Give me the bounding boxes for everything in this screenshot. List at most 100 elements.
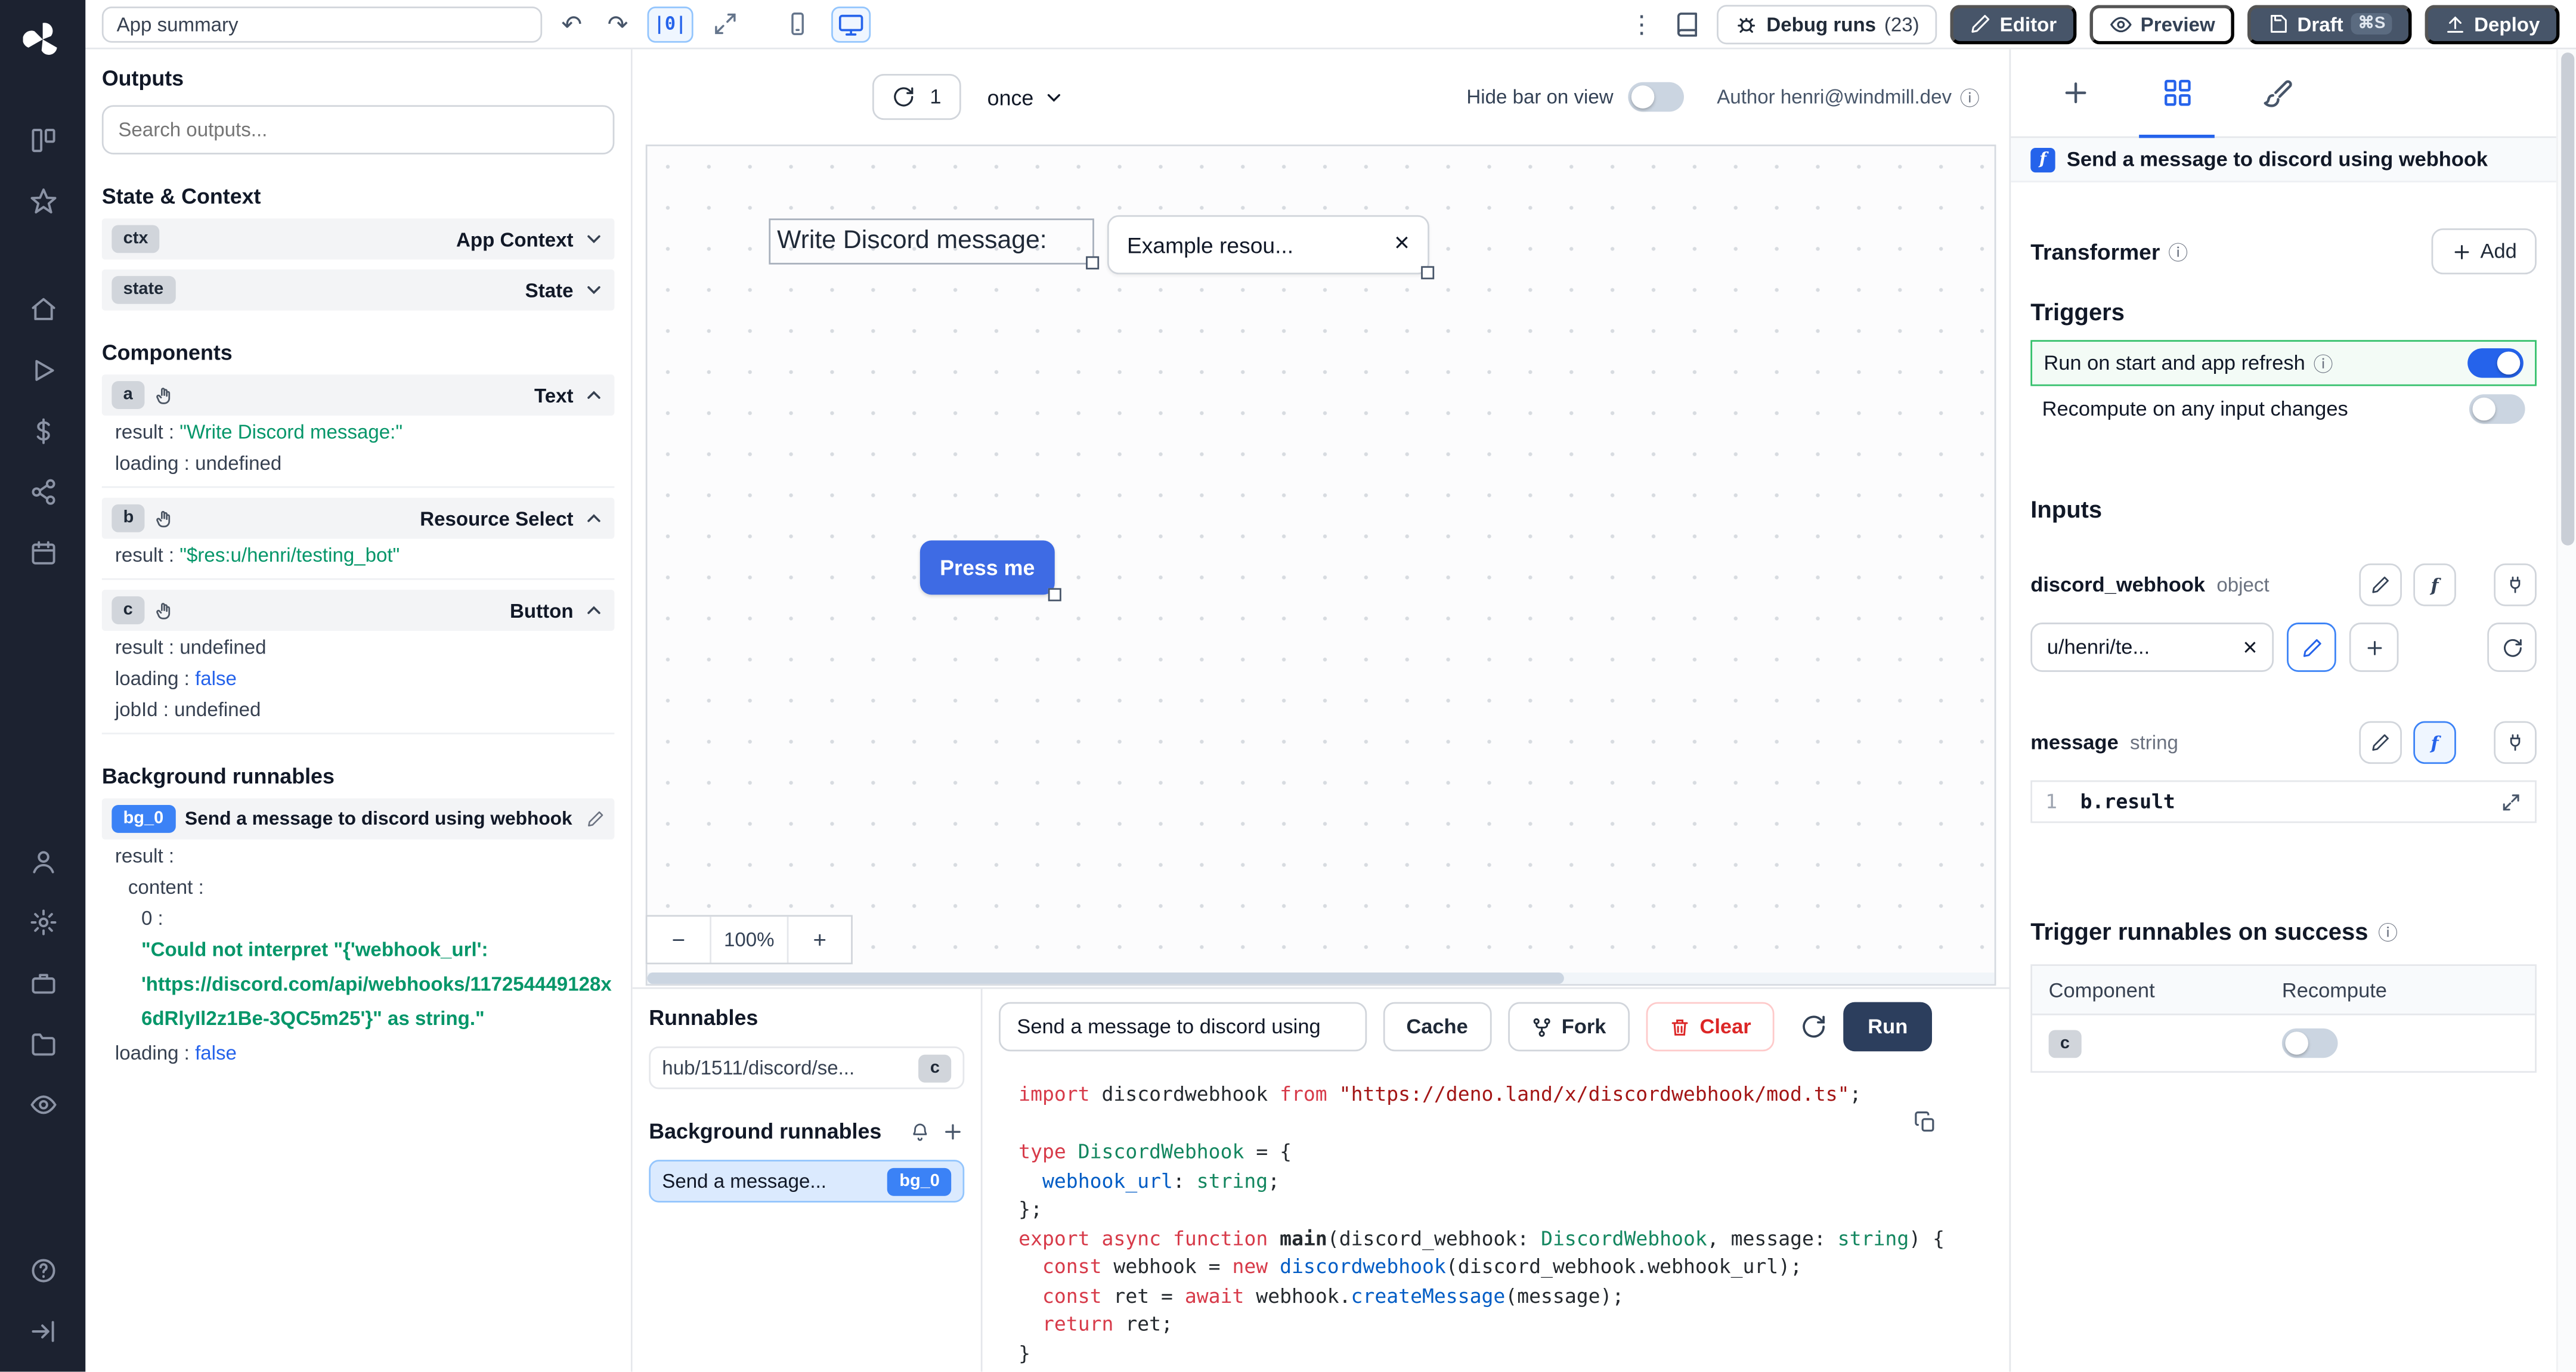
- help-icon[interactable]: [18, 1245, 67, 1294]
- button-component[interactable]: Press me: [919, 540, 1061, 602]
- add-background-runnable-button[interactable]: [942, 1120, 965, 1143]
- users-icon[interactable]: [18, 836, 67, 885]
- clear-button[interactable]: Clear: [1645, 1002, 1775, 1052]
- info-icon[interactable]: ⓘ: [2168, 237, 2188, 265]
- drag-hand-icon[interactable]: [155, 509, 175, 528]
- zoom-out-button[interactable]: −: [648, 916, 710, 962]
- clear-icon[interactable]: ×: [2243, 633, 2257, 661]
- fork-button[interactable]: Fork: [1507, 1002, 1630, 1052]
- refresh-resource-button[interactable]: [2487, 622, 2537, 672]
- connect-plug-button[interactable]: [2494, 721, 2537, 764]
- favorites-star-icon[interactable]: [18, 176, 67, 225]
- mobile-view-icon[interactable]: [779, 6, 818, 42]
- run-on-start-toggle[interactable]: [2467, 348, 2524, 378]
- app-canvas[interactable]: Write Discord message: Example resou... …: [645, 144, 1996, 986]
- draft-button[interactable]: Draft ⌘S: [2247, 4, 2412, 44]
- chevron-down-icon: [1044, 86, 1065, 108]
- app-summary-input[interactable]: [101, 5, 543, 42]
- output-row-ctx[interactable]: ctx App Context: [101, 218, 615, 260]
- code-content[interactable]: import discordwebhook from "https://deno…: [983, 1064, 2010, 1368]
- runs-play-icon[interactable]: [18, 345, 67, 395]
- chevron-up-icon[interactable]: [583, 385, 605, 406]
- tab-styling[interactable]: [2228, 49, 2330, 137]
- resize-handle[interactable]: [1048, 588, 1061, 602]
- runnable-item-selected[interactable]: Send a message... bg_0: [649, 1160, 965, 1203]
- chevron-up-icon[interactable]: [583, 600, 605, 621]
- desktop-view-icon[interactable]: [831, 5, 871, 42]
- panel-layout-toggle[interactable]: |0|: [647, 5, 693, 42]
- docs-book-icon[interactable]: [1671, 6, 1704, 42]
- scrollbar-thumb[interactable]: [2561, 52, 2575, 546]
- recompute-c-toggle[interactable]: [2281, 1028, 2338, 1058]
- chevron-up-icon[interactable]: [583, 507, 605, 529]
- resource-value: u/henri/te...: [2046, 636, 2150, 659]
- edit-pencil-icon[interactable]: [587, 810, 605, 828]
- deploy-button[interactable]: Deploy: [2425, 4, 2560, 44]
- resources-nodes-icon[interactable]: [18, 466, 67, 516]
- windmill-logo-icon[interactable]: [23, 20, 63, 59]
- fullscreen-icon[interactable]: [706, 6, 745, 42]
- vertical-scrollbar[interactable]: [2556, 49, 2576, 1372]
- audit-eye-icon[interactable]: [18, 1079, 67, 1129]
- settings-gear-icon[interactable]: [18, 897, 67, 946]
- cache-button[interactable]: Cache: [1383, 1002, 1491, 1052]
- component-row-c[interactable]: c Button: [101, 590, 615, 631]
- chevron-down-icon[interactable]: [583, 279, 605, 301]
- expand-icon[interactable]: [2500, 791, 2522, 813]
- search-outputs-input[interactable]: [101, 105, 615, 154]
- eval-fx-button[interactable]: f: [2413, 721, 2456, 764]
- tab-insert-component[interactable]: [2024, 49, 2126, 137]
- text-component[interactable]: Write Discord message:: [769, 218, 1100, 270]
- recompute-toggle[interactable]: [2469, 394, 2525, 424]
- hide-bar-toggle[interactable]: [1628, 82, 1685, 112]
- frequency-dropdown[interactable]: once: [987, 85, 1065, 109]
- output-row-state[interactable]: state State: [101, 269, 615, 311]
- refresh-counter-button[interactable]: 1: [872, 73, 961, 120]
- resize-handle[interactable]: [1086, 256, 1100, 270]
- message-expression-input[interactable]: 1 b.result: [2030, 780, 2537, 823]
- drag-hand-icon[interactable]: [154, 385, 174, 405]
- info-icon[interactable]: ⓘ: [1960, 83, 1980, 111]
- background-runnable-row-bg0[interactable]: bg_0 Send a message to discord using web…: [101, 798, 615, 840]
- connect-plug-button[interactable]: [2494, 563, 2537, 606]
- debug-runs-button[interactable]: Debug runs (23): [1717, 4, 1937, 44]
- zoom-in-button[interactable]: +: [788, 916, 851, 962]
- add-transformer-button[interactable]: Add: [2431, 228, 2537, 275]
- resource-select-input[interactable]: u/henri/te... ×: [2030, 622, 2274, 672]
- collapse-sidebar-icon[interactable]: [18, 1306, 67, 1355]
- chevron-down-icon[interactable]: [583, 228, 605, 250]
- info-icon[interactable]: ⓘ: [2378, 918, 2398, 946]
- clear-icon[interactable]: ×: [1394, 230, 1410, 260]
- run-button[interactable]: Run: [1843, 1002, 1933, 1052]
- copy-code-icon[interactable]: [1911, 1107, 1940, 1137]
- component-row-a[interactable]: a Text: [101, 374, 615, 416]
- preview-button[interactable]: Preview: [2089, 4, 2235, 44]
- info-icon[interactable]: ⓘ: [2314, 349, 2333, 377]
- folders-icon[interactable]: [18, 1018, 67, 1068]
- static-edit-pencil-button[interactable]: [2359, 721, 2402, 764]
- workers-briefcase-icon[interactable]: [18, 958, 67, 1007]
- resource-select-component[interactable]: Example resou... ×: [1107, 215, 1435, 280]
- tab-component-settings[interactable]: [2126, 49, 2228, 138]
- zoom-controls: − 100% +: [645, 915, 853, 965]
- scrollbar-thumb[interactable]: [647, 973, 1563, 984]
- resize-handle[interactable]: [1421, 266, 1435, 280]
- canvas-horizontal-scrollbar[interactable]: [647, 973, 1995, 984]
- eval-fx-button[interactable]: f: [2413, 563, 2456, 606]
- editor-button[interactable]: Editor: [1950, 4, 2077, 44]
- home-icon[interactable]: [18, 284, 67, 334]
- runnable-item[interactable]: hub/1511/discord/se... c: [649, 1046, 965, 1089]
- variables-dollar-icon[interactable]: [18, 406, 67, 456]
- script-name-input[interactable]: Send a message to discord using: [999, 1002, 1367, 1052]
- edit-resource-pencil-button[interactable]: [2287, 622, 2336, 672]
- component-row-b[interactable]: b Resource Select: [101, 497, 615, 539]
- refresh-icon[interactable]: [1800, 1014, 1826, 1040]
- static-edit-pencil-button[interactable]: [2359, 563, 2402, 606]
- schedules-calendar-icon[interactable]: [18, 527, 67, 577]
- apps-icon[interactable]: [18, 115, 67, 165]
- more-menu-icon[interactable]: ⋮: [1625, 6, 1658, 42]
- redo-icon[interactable]: ↷: [601, 6, 634, 42]
- drag-hand-icon[interactable]: [154, 600, 174, 620]
- add-resource-button[interactable]: [2349, 622, 2399, 672]
- undo-icon[interactable]: ↶: [555, 6, 588, 42]
